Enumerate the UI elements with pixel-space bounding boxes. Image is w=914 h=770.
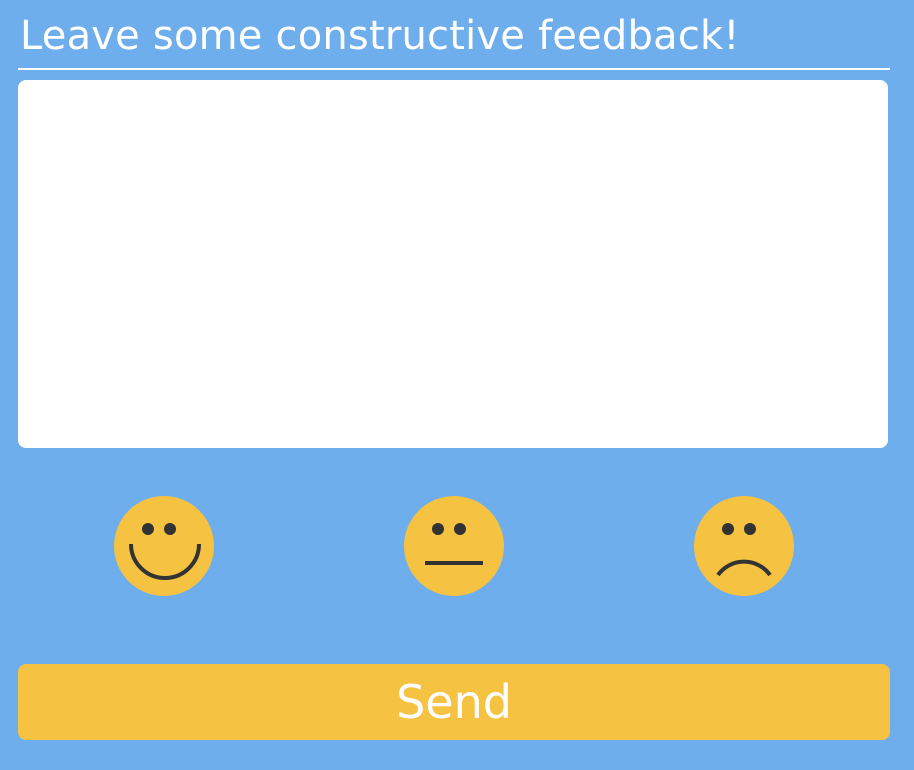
page-title: Leave some constructive feedback! bbox=[20, 13, 740, 59]
send-button[interactable]: Send bbox=[18, 664, 890, 740]
feedback-textarea[interactable] bbox=[18, 80, 888, 448]
happy-rating-button[interactable] bbox=[114, 496, 214, 596]
sad-rating-button[interactable] bbox=[694, 496, 794, 596]
happy-face-icon bbox=[114, 496, 214, 596]
neutral-face-icon bbox=[404, 496, 504, 596]
sad-face-icon bbox=[694, 496, 794, 596]
title-divider bbox=[18, 68, 890, 70]
neutral-rating-button[interactable] bbox=[404, 496, 504, 596]
